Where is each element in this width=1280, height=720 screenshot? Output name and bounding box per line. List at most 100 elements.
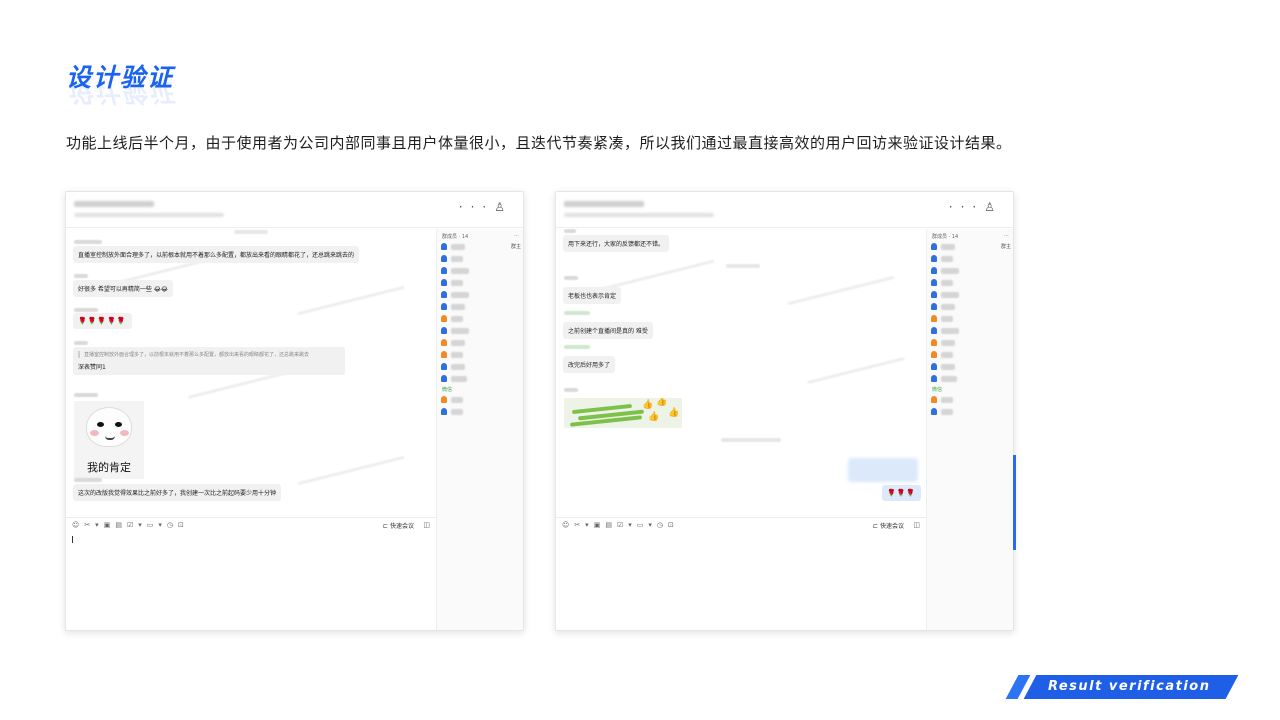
group-name <box>564 201 644 207</box>
message-bubble: 🌹🌹🌹🌹🌹 <box>73 313 132 329</box>
member-panel: 群成员 · 14 ··· 群主 微信 <box>926 229 1013 630</box>
emoji-icon[interactable]: ☺ <box>72 521 84 529</box>
member-item[interactable] <box>441 290 521 300</box>
quote-text: 直播室控制放外面合理多了，以前根本就用不着那么多配置，都放出来看的眼睛都花了，还… <box>78 351 340 358</box>
add-member-icon[interactable]: ♙ <box>494 200 513 214</box>
sender-name <box>564 388 578 392</box>
watermark <box>297 285 405 316</box>
screen-icon[interactable]: ⊡ <box>668 521 679 529</box>
chat-window-1: ···♙ 直播室控制放外面合理多了，以前根本就用不着那么多配置，都放出来看的眼睛… <box>65 191 524 631</box>
member-item[interactable] <box>441 278 521 288</box>
time-divider <box>234 230 268 234</box>
member-item[interactable] <box>441 395 521 405</box>
clock-icon[interactable]: ◷ <box>167 521 178 529</box>
member-item[interactable]: 群主 <box>931 242 1011 252</box>
member-item[interactable] <box>441 254 521 264</box>
image-icon[interactable]: ▣ <box>594 521 606 529</box>
member-item[interactable] <box>931 338 1011 348</box>
side-panel-icon[interactable]: ◫ <box>913 521 920 529</box>
sticker-image[interactable]: 👍 👍 👍 👍 <box>564 398 682 428</box>
toolbar-icons: ☺✂▾▣▤☑▾▭▾◷⊡ <box>72 521 189 529</box>
member-item[interactable] <box>931 314 1011 324</box>
chat-header: ···♙ <box>66 192 523 228</box>
chat-window-2: ···♙ 用下来还行，大家的反馈都还不错。 老板也也表示肯定 之前创建个直播间是… <box>555 191 1014 631</box>
sender-name <box>74 308 98 312</box>
members-more-icon[interactable]: ··· <box>514 233 519 239</box>
time-divider <box>721 438 781 442</box>
text-cursor[interactable] <box>72 536 73 543</box>
member-item[interactable] <box>931 278 1011 288</box>
member-item[interactable] <box>441 374 521 384</box>
more-icon[interactable]: ··· <box>459 200 494 214</box>
meme-image[interactable]: 我的肯定 <box>74 401 144 479</box>
result-verification-badge: Result verification <box>1005 675 1239 699</box>
message-bubble: 这次的改版我觉得效果比之前好多了，我创建一次比之前起码要少用十分钟 <box>73 484 282 501</box>
scissors-icon[interactable]: ✂▾ <box>574 521 593 529</box>
own-message-bubble <box>848 458 918 482</box>
member-item[interactable] <box>931 407 1011 417</box>
member-item[interactable] <box>441 362 521 372</box>
quick-meeting-button[interactable]: ⊏ 快速会议 <box>383 521 414 530</box>
screen-icon[interactable]: ⊡ <box>178 521 189 529</box>
member-item[interactable] <box>931 266 1011 276</box>
image-icon[interactable]: ▣ <box>104 521 116 529</box>
message-bubble: 改完后好用多了 <box>563 356 616 373</box>
emoji-icon[interactable]: ☺ <box>562 521 574 529</box>
add-member-icon[interactable]: ♙ <box>984 200 1003 214</box>
member-item[interactable] <box>441 314 521 324</box>
sender-name <box>74 240 102 244</box>
member-item[interactable] <box>931 254 1011 264</box>
member-panel: 群成员 · 14 ··· 群主 微信 <box>436 229 523 630</box>
check-icon[interactable]: ☑▾ <box>127 521 147 529</box>
scissors-icon[interactable]: ✂▾ <box>84 521 103 529</box>
file-icon[interactable]: ▤ <box>115 521 127 529</box>
input-toolbar: ☺✂▾▣▤☑▾▭▾◷⊡ ⊏ 快速会议 ◫ <box>556 517 926 531</box>
member-item[interactable] <box>931 395 1011 405</box>
slide: 设计验证 设计验证 功能上线后半个月，由于使用者为公司内部同事且用户体量很小，且… <box>0 0 1280 720</box>
side-panel-icon[interactable]: ◫ <box>423 521 430 529</box>
member-item[interactable] <box>441 350 521 360</box>
clock-icon[interactable]: ◷ <box>657 521 668 529</box>
member-item[interactable] <box>441 326 521 336</box>
header-icons: ···♙ <box>949 200 1003 214</box>
scrollbar-accent <box>1013 455 1016 550</box>
page-title-reflection: 设计验证 <box>66 78 175 107</box>
member-item[interactable] <box>931 362 1011 372</box>
meme-face <box>86 407 132 447</box>
group-subtitle <box>74 213 224 217</box>
sender-name <box>564 229 576 233</box>
member-item[interactable] <box>931 326 1011 336</box>
folder-icon[interactable]: ▭▾ <box>637 521 657 529</box>
header-icons: ···♙ <box>459 200 513 214</box>
sender-name <box>564 345 590 349</box>
watermark <box>297 455 405 486</box>
check-icon[interactable]: ☑▾ <box>617 521 637 529</box>
sender-name <box>74 341 88 345</box>
members-header: 群成员 · 14 ··· <box>442 233 519 240</box>
message-bubble: 直播室控制放外面合理多了，以前根本就用不着那么多配置，都放出来看的眼睛都花了，还… <box>73 246 360 263</box>
member-item[interactable] <box>441 302 521 312</box>
members-more-icon[interactable]: ··· <box>1004 233 1009 239</box>
message-bubble: 老板也也表示肯定 <box>563 287 622 304</box>
member-item[interactable] <box>931 350 1011 360</box>
member-item[interactable] <box>931 290 1011 300</box>
message-list[interactable]: 直播室控制放外面合理多了，以前根本就用不着那么多配置，都放出来看的眼睛都花了，还… <box>66 229 436 511</box>
message-bubble: 之前创建个直播间是真的 难受 <box>563 322 653 339</box>
member-item[interactable] <box>441 266 521 276</box>
more-icon[interactable]: ··· <box>949 200 984 214</box>
member-item[interactable] <box>441 407 521 417</box>
page-description: 功能上线后半个月，由于使用者为公司内部同事且用户体量很小，且迭代节奏紧凑，所以我… <box>66 134 1012 152</box>
wechat-tag: 微信 <box>442 387 453 393</box>
member-item[interactable]: 群主 <box>441 242 521 252</box>
folder-icon[interactable]: ▭▾ <box>147 521 167 529</box>
owner-role: 群主 <box>511 244 522 250</box>
watermark <box>787 275 895 306</box>
quoted-message: 直播室控制放外面合理多了，以前根本就用不着那么多配置，都放出来看的眼睛都花了，还… <box>73 347 345 375</box>
file-icon[interactable]: ▤ <box>605 521 617 529</box>
member-item[interactable] <box>441 338 521 348</box>
message-list[interactable]: 用下来还行，大家的反馈都还不错。 老板也也表示肯定 之前创建个直播间是真的 难受… <box>556 229 926 511</box>
quick-meeting-button[interactable]: ⊏ 快速会议 <box>873 521 904 530</box>
member-item[interactable] <box>931 374 1011 384</box>
owner-role: 群主 <box>1001 244 1012 250</box>
member-item[interactable] <box>931 302 1011 312</box>
